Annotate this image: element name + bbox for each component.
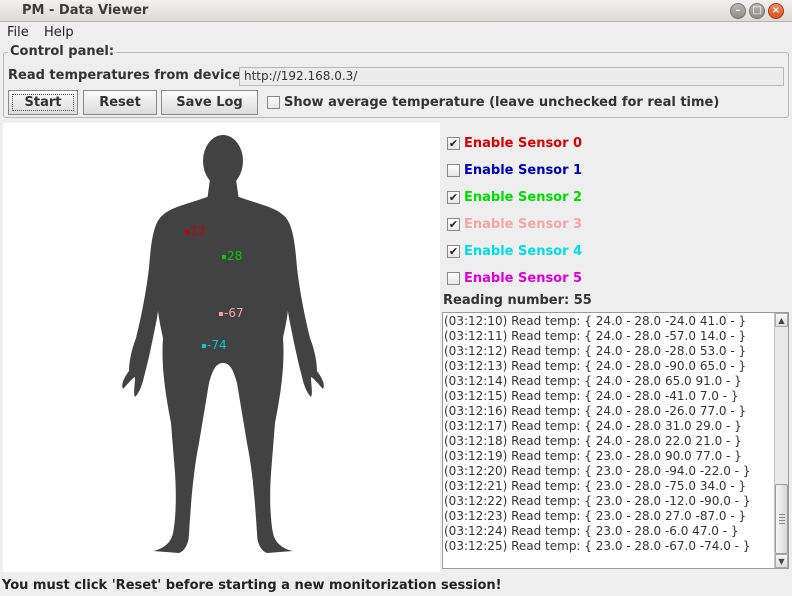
- scroll-up-icon[interactable]: ▲: [775, 313, 788, 327]
- sensor-3-marker: [219, 312, 223, 316]
- log-line: (03:12:23) Read temp: { 23.0 - 28.0 27.0…: [444, 509, 747, 523]
- log-line: (03:12:25) Read temp: { 23.0 - 28.0 -67.…: [444, 539, 751, 553]
- log-line: (03:12:17) Read temp: { 24.0 - 28.0 31.0…: [444, 419, 742, 433]
- average-temperature-checkbox[interactable]: [267, 96, 280, 109]
- minimize-button[interactable]: –: [730, 3, 746, 19]
- reading-number: Reading number: 55: [443, 293, 592, 308]
- sensor-3-checkbox[interactable]: ✔: [447, 218, 460, 231]
- sensor-3-label: Enable Sensor 3: [464, 217, 583, 232]
- sensor-0-label: Enable Sensor 0: [464, 136, 583, 151]
- sensor-4-marker: [202, 344, 206, 348]
- menu-help[interactable]: Help: [44, 25, 74, 40]
- scroll-down-icon[interactable]: ▼: [775, 554, 788, 568]
- log-line: (03:12:13) Read temp: { 24.0 - 28.0 -90.…: [444, 359, 747, 373]
- read-temperatures-label: Read temperatures from device:: [8, 68, 247, 83]
- log-line: (03:12:19) Read temp: { 23.0 - 28.0 90.0…: [444, 449, 742, 463]
- log-line: (03:12:18) Read temp: { 24.0 - 28.0 22.0…: [444, 434, 742, 448]
- save-log-button[interactable]: Save Log: [161, 90, 258, 115]
- sensor-2-label: Enable Sensor 2: [464, 190, 583, 205]
- menu-bar: File Help: [0, 22, 792, 44]
- sensor-2-value: 28: [227, 249, 243, 263]
- log-line: (03:12:16) Read temp: { 24.0 - 28.0 -26.…: [444, 404, 747, 418]
- scroll-thumb[interactable]: [775, 484, 788, 554]
- log-line: (03:12:20) Read temp: { 23.0 - 28.0 -94.…: [444, 464, 751, 478]
- title-bar: PM - Data Viewer – □ ×: [0, 0, 792, 22]
- reset-button[interactable]: Reset: [83, 90, 157, 115]
- device-url-field[interactable]: http://192.168.0.3/: [239, 67, 784, 86]
- log-textarea[interactable]: (03:12:10) Read temp: { 24.0 - 28.0 -24.…: [442, 312, 789, 569]
- log-line: (03:12:21) Read temp: { 23.0 - 28.0 -75.…: [444, 479, 747, 493]
- log-line: (03:12:15) Read temp: { 24.0 - 28.0 -41.…: [444, 389, 739, 403]
- body-image-panel: 23 28 -67 -74: [3, 123, 440, 572]
- sensor-5-checkbox[interactable]: [447, 272, 460, 285]
- window-title: PM - Data Viewer: [22, 3, 149, 18]
- average-temperature-label: Show average temperature (leave unchecke…: [284, 95, 720, 110]
- close-button[interactable]: ×: [768, 3, 784, 19]
- sensor-0-value: 23: [190, 224, 206, 238]
- log-scrollbar[interactable]: ▲ ▼: [774, 313, 788, 568]
- log-line: (03:12:14) Read temp: { 24.0 - 28.0 65.0…: [444, 374, 742, 388]
- sensor-4-value: -74: [207, 338, 227, 352]
- maximize-button[interactable]: □: [749, 3, 765, 19]
- menu-file[interactable]: File: [7, 25, 29, 40]
- start-button[interactable]: Start: [8, 90, 78, 115]
- sensor-2-marker: [222, 255, 226, 259]
- sensor-4-checkbox[interactable]: ✔: [447, 245, 460, 258]
- log-line: (03:12:11) Read temp: { 24.0 - 28.0 -57.…: [444, 329, 747, 343]
- log-line: (03:12:24) Read temp: { 23.0 - 28.0 -6.0…: [444, 524, 739, 538]
- sensor-0-checkbox[interactable]: ✔: [447, 137, 460, 150]
- sensor-1-checkbox[interactable]: [447, 164, 460, 177]
- status-message: You must click 'Reset' before starting a…: [2, 578, 502, 593]
- sensor-3-value: -67: [224, 306, 244, 320]
- log-line: (03:12:22) Read temp: { 23.0 - 28.0 -12.…: [444, 494, 751, 508]
- log-line: (03:12:10) Read temp: { 24.0 - 28.0 -24.…: [444, 314, 747, 328]
- log-line: (03:12:12) Read temp: { 24.0 - 28.0 -28.…: [444, 344, 747, 358]
- sensor-0-marker: [185, 230, 189, 234]
- sensor-4-label: Enable Sensor 4: [464, 244, 583, 259]
- sensor-2-checkbox[interactable]: ✔: [447, 191, 460, 204]
- sensor-1-label: Enable Sensor 1: [464, 163, 583, 178]
- sensor-5-label: Enable Sensor 5: [464, 271, 583, 286]
- control-panel-title: Control panel:: [8, 44, 117, 59]
